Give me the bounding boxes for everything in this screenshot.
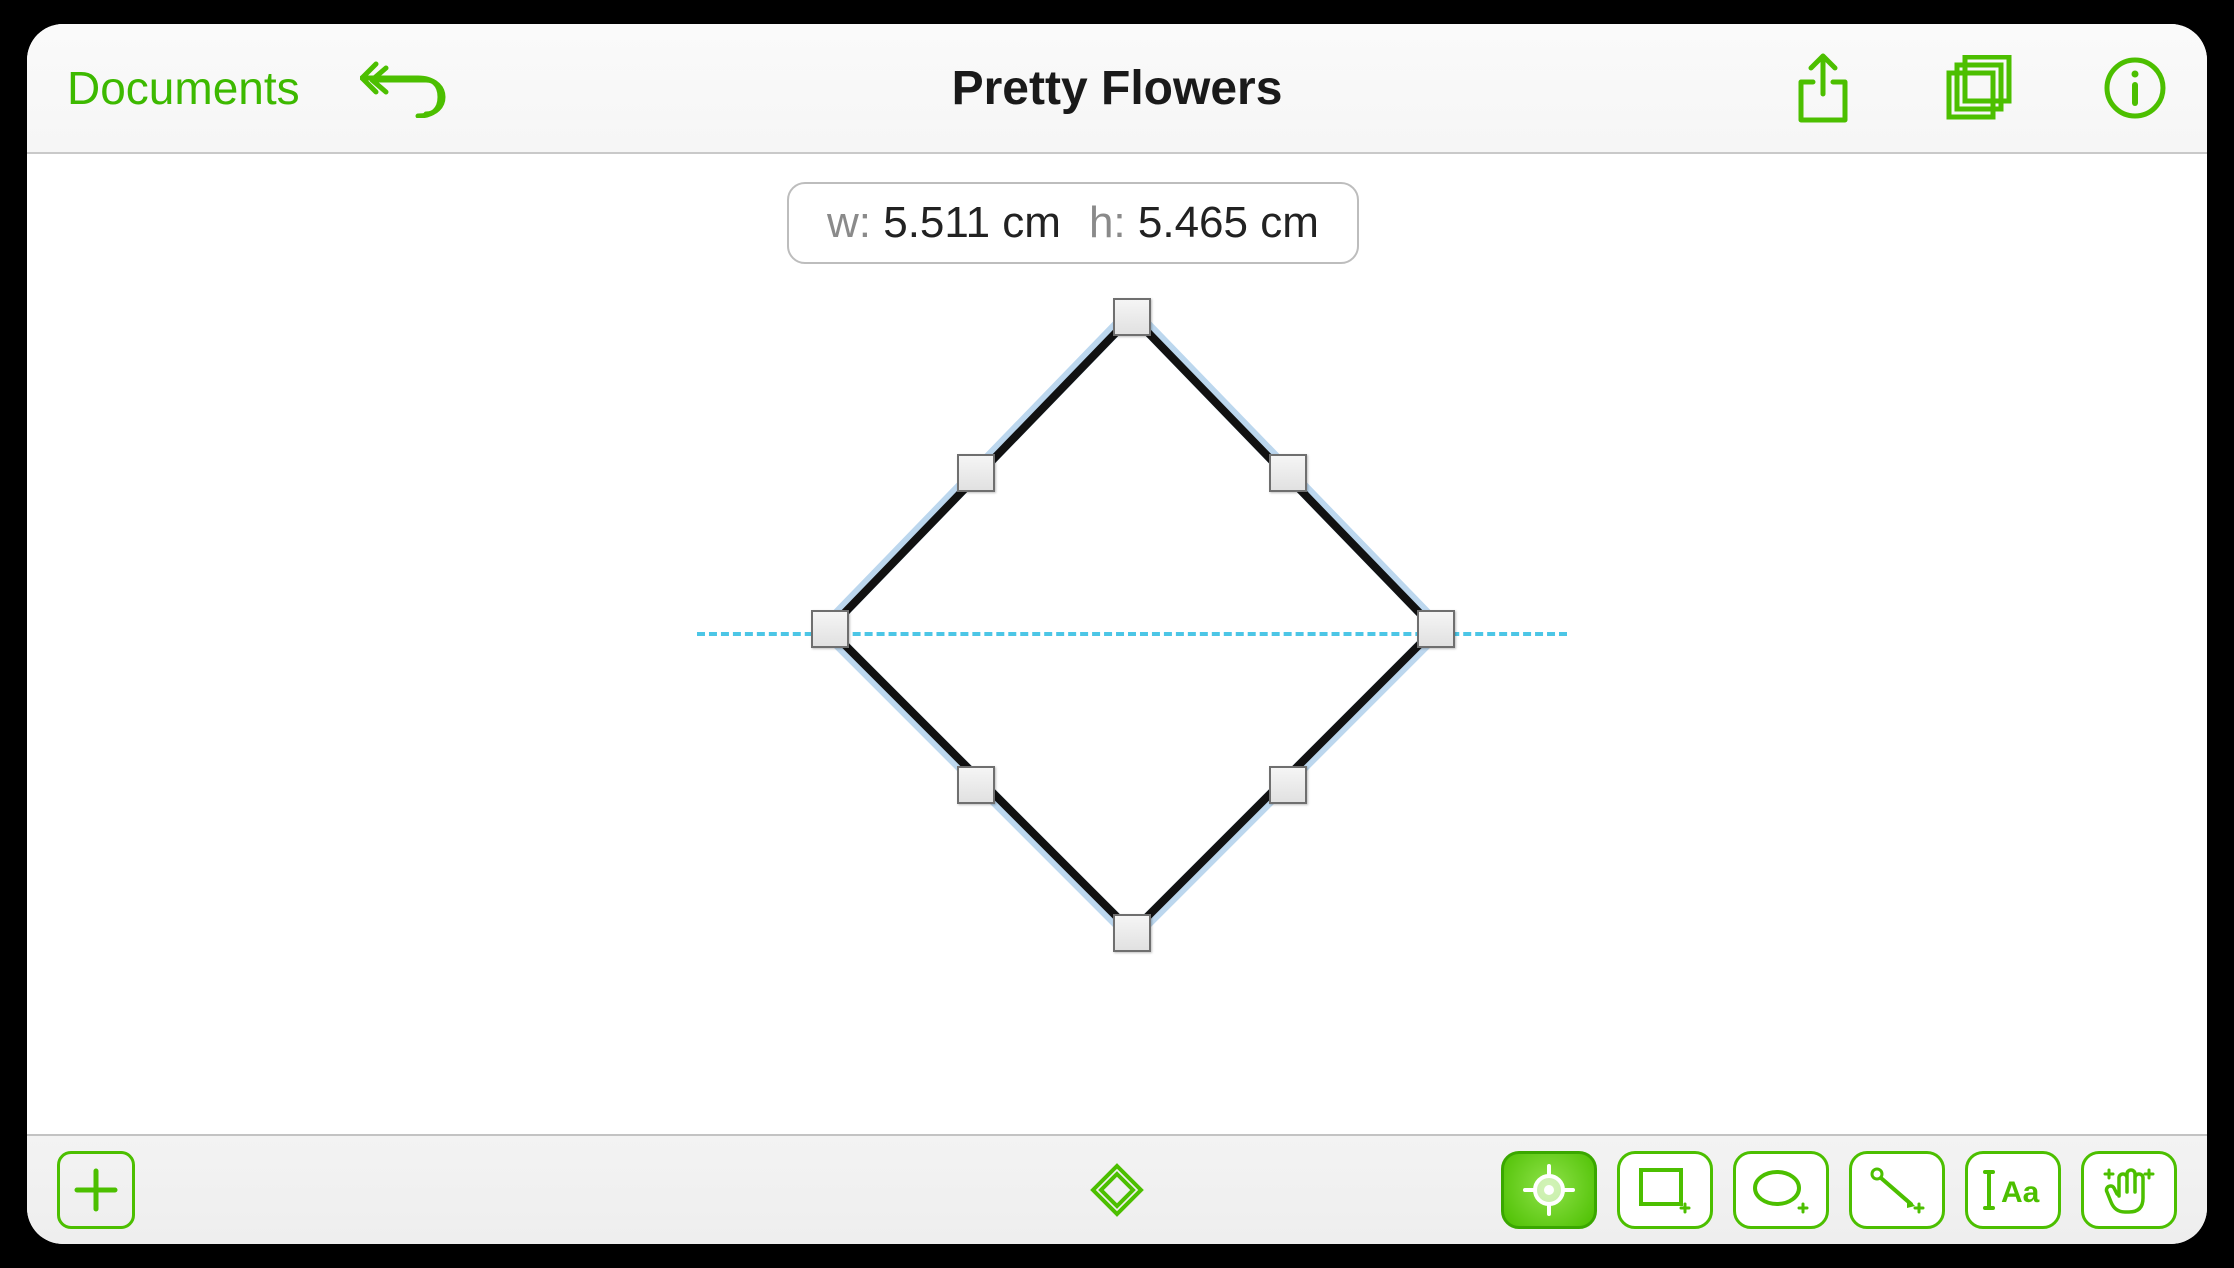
ellipse-icon	[1749, 1164, 1813, 1216]
share-button[interactable]	[1793, 52, 1853, 124]
width-label: w:	[827, 198, 871, 247]
resize-handle[interactable]	[1113, 914, 1151, 952]
undo-icon	[360, 58, 450, 118]
svg-text:Aa: Aa	[2001, 1176, 2040, 1209]
undo-button[interactable]	[360, 58, 450, 118]
height-label: h:	[1089, 198, 1126, 247]
diamond-shape-icon	[829, 316, 1435, 932]
resize-handle[interactable]	[1113, 298, 1151, 336]
line-icon	[1867, 1164, 1927, 1216]
top-toolbar: Documents Pretty Flowers	[27, 24, 2207, 154]
size-hud: w: 5.511 cm h: 5.465 cm	[787, 182, 1359, 264]
text-icon: Aa	[1981, 1164, 2045, 1216]
add-shape-button[interactable]	[57, 1151, 135, 1229]
selection-highlight-icon	[825, 312, 1439, 936]
canvases-icon	[1943, 55, 2013, 121]
height-value: 5.465 cm	[1138, 198, 1319, 247]
selection-tool[interactable]	[1501, 1151, 1597, 1229]
resize-handle[interactable]	[1269, 766, 1307, 804]
canvas[interactable]: w: 5.511 cm h: 5.465 cm	[27, 154, 2207, 1134]
diamond-icon	[1089, 1162, 1145, 1218]
resize-handle[interactable]	[811, 610, 849, 648]
resize-handle[interactable]	[957, 454, 995, 492]
drawing-mode-indicator[interactable]	[1089, 1162, 1145, 1218]
width-value: 5.511 cm	[883, 198, 1061, 247]
rectangle-tool[interactable]	[1617, 1151, 1713, 1229]
info-icon	[2103, 56, 2167, 120]
info-button[interactable]	[2103, 56, 2167, 120]
plus-icon	[71, 1165, 121, 1215]
selected-shape[interactable]	[817, 304, 1447, 944]
documents-back-button[interactable]: Documents	[67, 61, 300, 115]
crosshair-icon	[1521, 1162, 1577, 1218]
resize-handle[interactable]	[1269, 454, 1307, 492]
hand-icon	[2099, 1162, 2159, 1218]
bottom-toolbar: Aa	[27, 1134, 2207, 1244]
share-icon	[1793, 52, 1853, 124]
freehand-tool[interactable]	[2081, 1151, 2177, 1229]
resize-handle[interactable]	[957, 766, 995, 804]
line-tool[interactable]	[1849, 1151, 1945, 1229]
rectangle-icon	[1635, 1164, 1695, 1216]
text-tool[interactable]: Aa	[1965, 1151, 2061, 1229]
ellipse-tool[interactable]	[1733, 1151, 1829, 1229]
app-window: Documents Pretty Flowers	[27, 24, 2207, 1244]
canvases-button[interactable]	[1943, 55, 2013, 121]
resize-handle[interactable]	[1417, 610, 1455, 648]
